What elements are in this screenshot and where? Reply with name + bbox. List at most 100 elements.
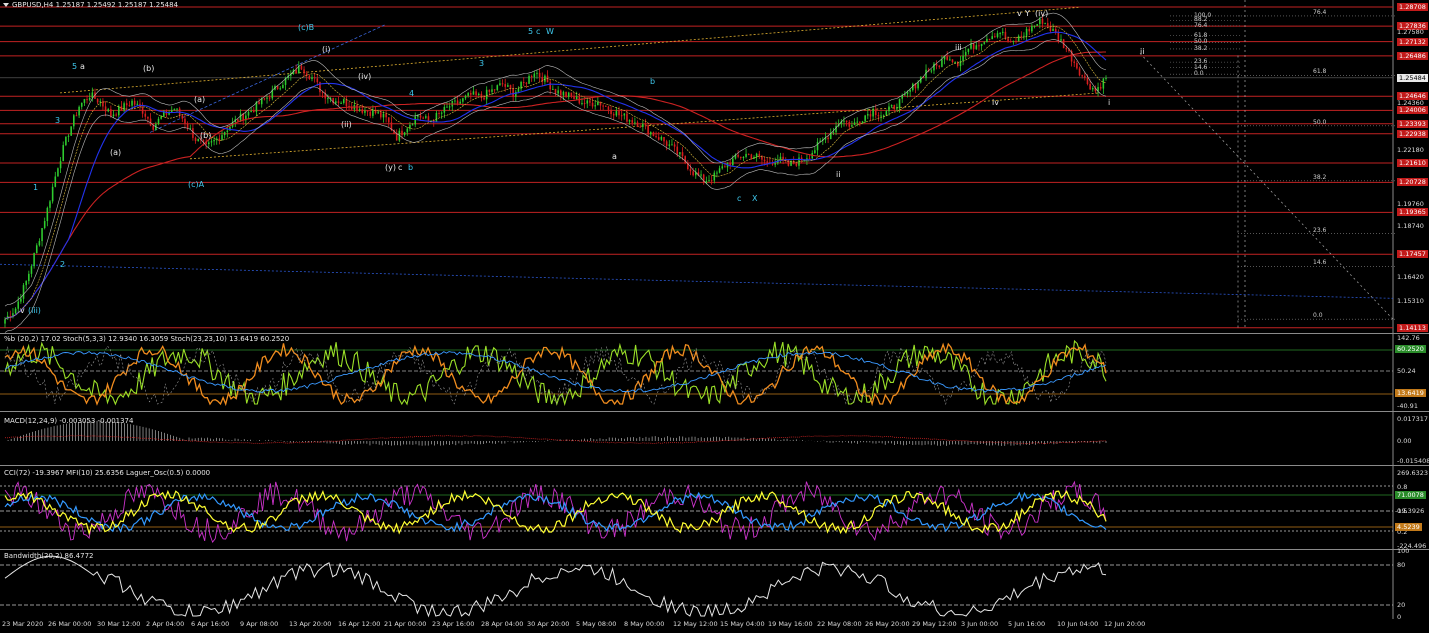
price-axis-label: 1.24006 (1397, 106, 1428, 115)
candle-body (649, 132, 652, 135)
elliott-wave-label: (b) (143, 64, 155, 73)
channel-line (189, 92, 1101, 160)
moving-average-yellow (4, 25, 1107, 320)
fib-left-label: 0.0 (1194, 70, 1204, 78)
x-axis-label: 3 Jun 00:00 (961, 620, 999, 628)
macd-pane[interactable]: MACD(12,24,9) -0.003053 -0.001374 (0, 412, 1429, 465)
candle-body (1076, 63, 1078, 69)
price-axis-label: 1.15310 (1397, 297, 1424, 306)
elliott-wave-label: 1 (33, 183, 39, 192)
stoch-chart[interactable] (0, 334, 1429, 411)
candle-body (65, 136, 67, 146)
candle-body (573, 96, 575, 100)
candle-body (358, 109, 361, 111)
stoch-pane[interactable]: %b (20,2) 17.02 Stoch(5,3,3) 12.9340 16.… (0, 334, 1429, 411)
candle-body (763, 159, 766, 162)
macd-title: MACD(12,24,9) -0.003053 -0.001374 (4, 417, 134, 425)
elliott-wave-label: c (398, 163, 403, 172)
candle-body (1023, 35, 1025, 37)
fib-right-label: 76.4 (1313, 8, 1327, 16)
candle-body (1025, 28, 1028, 36)
elliott-wave-label: (iv) (358, 72, 372, 81)
candle-body (657, 137, 660, 140)
candle-body (522, 81, 525, 83)
elliott-wave-label: a (80, 62, 85, 71)
candle-body (59, 161, 62, 169)
candle-body (194, 137, 197, 142)
candle-body (885, 111, 888, 116)
candle-body (147, 116, 149, 119)
candle-body (774, 163, 776, 165)
candle-body (626, 113, 628, 122)
candle-body (1105, 77, 1107, 79)
candle-body (110, 109, 112, 117)
candle-body (1020, 35, 1023, 37)
candle-body (848, 121, 851, 127)
candle-body (512, 88, 514, 97)
macd-chart[interactable] (0, 412, 1429, 465)
candle-body (591, 102, 594, 107)
candle-body (99, 101, 102, 103)
indicator-axis-label: 0.00 (1397, 437, 1412, 445)
candle-body (689, 169, 692, 172)
candle-body (207, 142, 210, 145)
candle-body (186, 123, 189, 129)
candle-body (530, 75, 533, 78)
candle-body (247, 111, 250, 116)
candle-body (525, 82, 528, 84)
x-axis-label: 30 Mar 12:00 (97, 620, 141, 628)
candle-body (554, 88, 557, 94)
candle-body (252, 110, 255, 112)
candle-body (795, 163, 798, 166)
elliott-wave-label: ii (836, 170, 841, 179)
candle-body (131, 100, 133, 106)
candle-body (864, 115, 866, 122)
candle-body (544, 75, 546, 82)
candle-body (996, 33, 999, 38)
candle-body (562, 91, 565, 96)
candle-body (282, 84, 284, 89)
price-axis-label: 1.27132 (1397, 37, 1428, 46)
candle-body (642, 123, 644, 127)
candle-body (73, 115, 75, 127)
mfi-line (4, 480, 1107, 544)
price-pane[interactable]: GBPUSD,H4 1.25187 1.25492 1.25187 1.2548… (0, 0, 1429, 333)
cci-pane[interactable]: CCI(72) -19.3967 MFI(10) 25.6356 Laguer_… (0, 466, 1429, 549)
candle-body (528, 75, 530, 84)
elliott-wave-label: (a) (110, 148, 122, 157)
candle-body (668, 144, 671, 146)
candle-body (41, 228, 43, 242)
candle-body (488, 89, 491, 92)
candle-body (814, 150, 816, 153)
cci-chart[interactable] (0, 466, 1429, 549)
candle-body (501, 83, 504, 85)
indicator-axis-label: 142.76 (1397, 334, 1420, 342)
candle-body (710, 180, 713, 182)
candle-body (104, 106, 107, 112)
elliott-wave-label: X (752, 194, 758, 203)
indicator-tag-label: -19.3926 (1395, 507, 1425, 515)
chart-menu-icon[interactable] (2, 1, 10, 9)
elliott-wave-label: Y (1025, 9, 1030, 18)
candle-body (438, 113, 440, 115)
candle-body (890, 104, 893, 107)
candle-body (988, 38, 991, 40)
candle-body (647, 124, 649, 135)
elliott-wave-label: 3 (55, 116, 61, 125)
price-chart[interactable] (0, 0, 1429, 333)
candle-body (827, 137, 829, 140)
elliott-wave-label: 4 (409, 89, 415, 98)
stoch-slow-line (4, 350, 1107, 394)
bandwidth-pane[interactable]: Bandwidth(20,2) 86.4772 (0, 550, 1429, 619)
candle-body (729, 163, 731, 166)
candle-body (237, 119, 239, 122)
indicator-axis-label: 50.24 (1397, 367, 1416, 375)
x-axis-label: 28 Apr 04:00 (481, 620, 524, 628)
candle-body (385, 113, 387, 118)
bandwidth-chart[interactable] (0, 550, 1429, 619)
candle-body (448, 106, 451, 108)
candle-body (33, 253, 35, 267)
candle-body (1041, 18, 1044, 24)
candle-body (634, 122, 636, 124)
candle-body (896, 108, 898, 110)
